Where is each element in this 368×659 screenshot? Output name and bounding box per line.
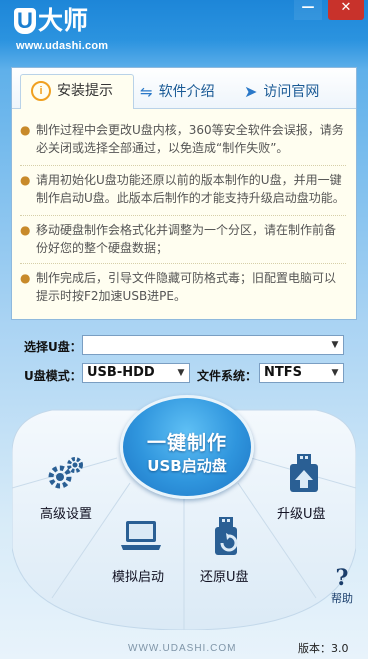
simulate-boot-label: 模拟启动 (112, 570, 165, 585)
close-icon: ✕ (340, 0, 352, 15)
usb-mode-label: U盘模式： (24, 369, 82, 383)
dropdown-arrow-icon: ▼ (331, 340, 339, 350)
tip-item: ● 制作过程中会更改U盘内核，360等安全软件会误报，请务必关闭或选择全部通过，以… (20, 123, 344, 155)
logo-mark: U (14, 8, 36, 34)
bullet-icon: ● (20, 271, 31, 285)
tips-area: ● 制作过程中会更改U盘内核，360等安全软件会误报，请务必关闭或选择全部通过，以… (12, 109, 356, 319)
dropdown-arrow-icon: ▼ (177, 368, 185, 378)
bullet-icon: ● (20, 173, 31, 187)
tip-item: ● 移动硬盘制作会格式化并调整为一个分区，请在制作前备份好您的整个硬盘数据； (20, 223, 337, 255)
divider (20, 263, 346, 264)
version-label: 版本：3.0 (298, 642, 349, 655)
usb-icon: ⇋ (140, 83, 153, 101)
footer-url: WWW.UDASHI.COM (128, 643, 237, 654)
app-window: U 大师 www.udashi.com — ✕ i 安装提示 ⇋ 软件介绍 ➤ 访问官网… (0, 0, 368, 659)
logo-brand: 大师 (38, 6, 89, 35)
usb-upgrade-icon (290, 454, 318, 492)
tab-software-intro-label: 软件介绍 (158, 84, 215, 100)
usb-mode-value: USB-HDD (87, 365, 155, 380)
minimize-icon: — (301, 0, 315, 15)
filesystem-dropdown[interactable]: NTFS ▼ (259, 363, 344, 383)
dropdown-arrow-icon: ▼ (331, 368, 339, 378)
gears-icon (48, 457, 83, 489)
select-usb-label: 选择U盘： (24, 340, 82, 354)
question-mark-icon: ? (335, 565, 349, 591)
make-boot-usb-button[interactable]: 一键制作 USB启动盘 (120, 395, 254, 499)
filesystem-label: 文件系统： (197, 369, 258, 383)
divider (20, 215, 346, 216)
make-button-line2: USB启动盘 (147, 457, 227, 475)
tip-item: ● 请用初始化U盘功能还原以前的版本制作的U盘，并用一键制作启动U盘。此版本后制作… (20, 173, 345, 205)
help-label: 帮助 (331, 592, 353, 605)
info-panel: i 安装提示 ⇋ 软件介绍 ➤ 访问官网 ● 制作过程中会更改U盘内核，360等安全软件… (11, 67, 357, 320)
usb-mode-dropdown[interactable]: USB-HDD ▼ (82, 363, 190, 383)
minimize-button[interactable]: — (294, 0, 322, 20)
tab-bar: i 安装提示 ⇋ 软件介绍 ➤ 访问官网 (12, 68, 356, 109)
tab-install-tips-label: 安装提示 (57, 83, 113, 99)
make-button-line1: 一键制作 (146, 432, 227, 454)
select-usb-dropdown[interactable]: ▼ (82, 335, 344, 355)
tab-visit-website[interactable]: ➤ 访问官网 (244, 76, 319, 108)
info-icon: i (31, 81, 51, 101)
tab-software-intro[interactable]: ⇋ 软件介绍 (140, 76, 215, 108)
bullet-icon: ● (20, 223, 31, 237)
close-button[interactable]: ✕ (328, 0, 364, 20)
advanced-settings-label: 高级设置 (40, 507, 93, 522)
bullet-icon: ● (20, 123, 31, 137)
usb-restore-icon (215, 517, 238, 555)
tip-item: ● 制作完成后，引导文件隐藏可防格式毒；旧配置电脑可以提示时按F2加速USB进PE… (20, 271, 337, 303)
logo-url: www.udashi.com (16, 40, 109, 52)
paper-plane-icon: ➤ (244, 82, 258, 101)
divider (20, 165, 346, 166)
upgrade-usb-label: 升级U盘 (277, 507, 326, 522)
app-logo: U 大师 www.udashi.com (14, 6, 108, 52)
laptop-icon (121, 521, 161, 550)
filesystem-value: NTFS (264, 365, 302, 380)
restore-usb-label: 还原U盘 (200, 570, 249, 585)
help-button[interactable]: ? 帮助 (322, 566, 362, 606)
tab-visit-website-label: 访问官网 (263, 84, 320, 100)
tab-install-tips[interactable]: i 安装提示 (20, 74, 134, 109)
